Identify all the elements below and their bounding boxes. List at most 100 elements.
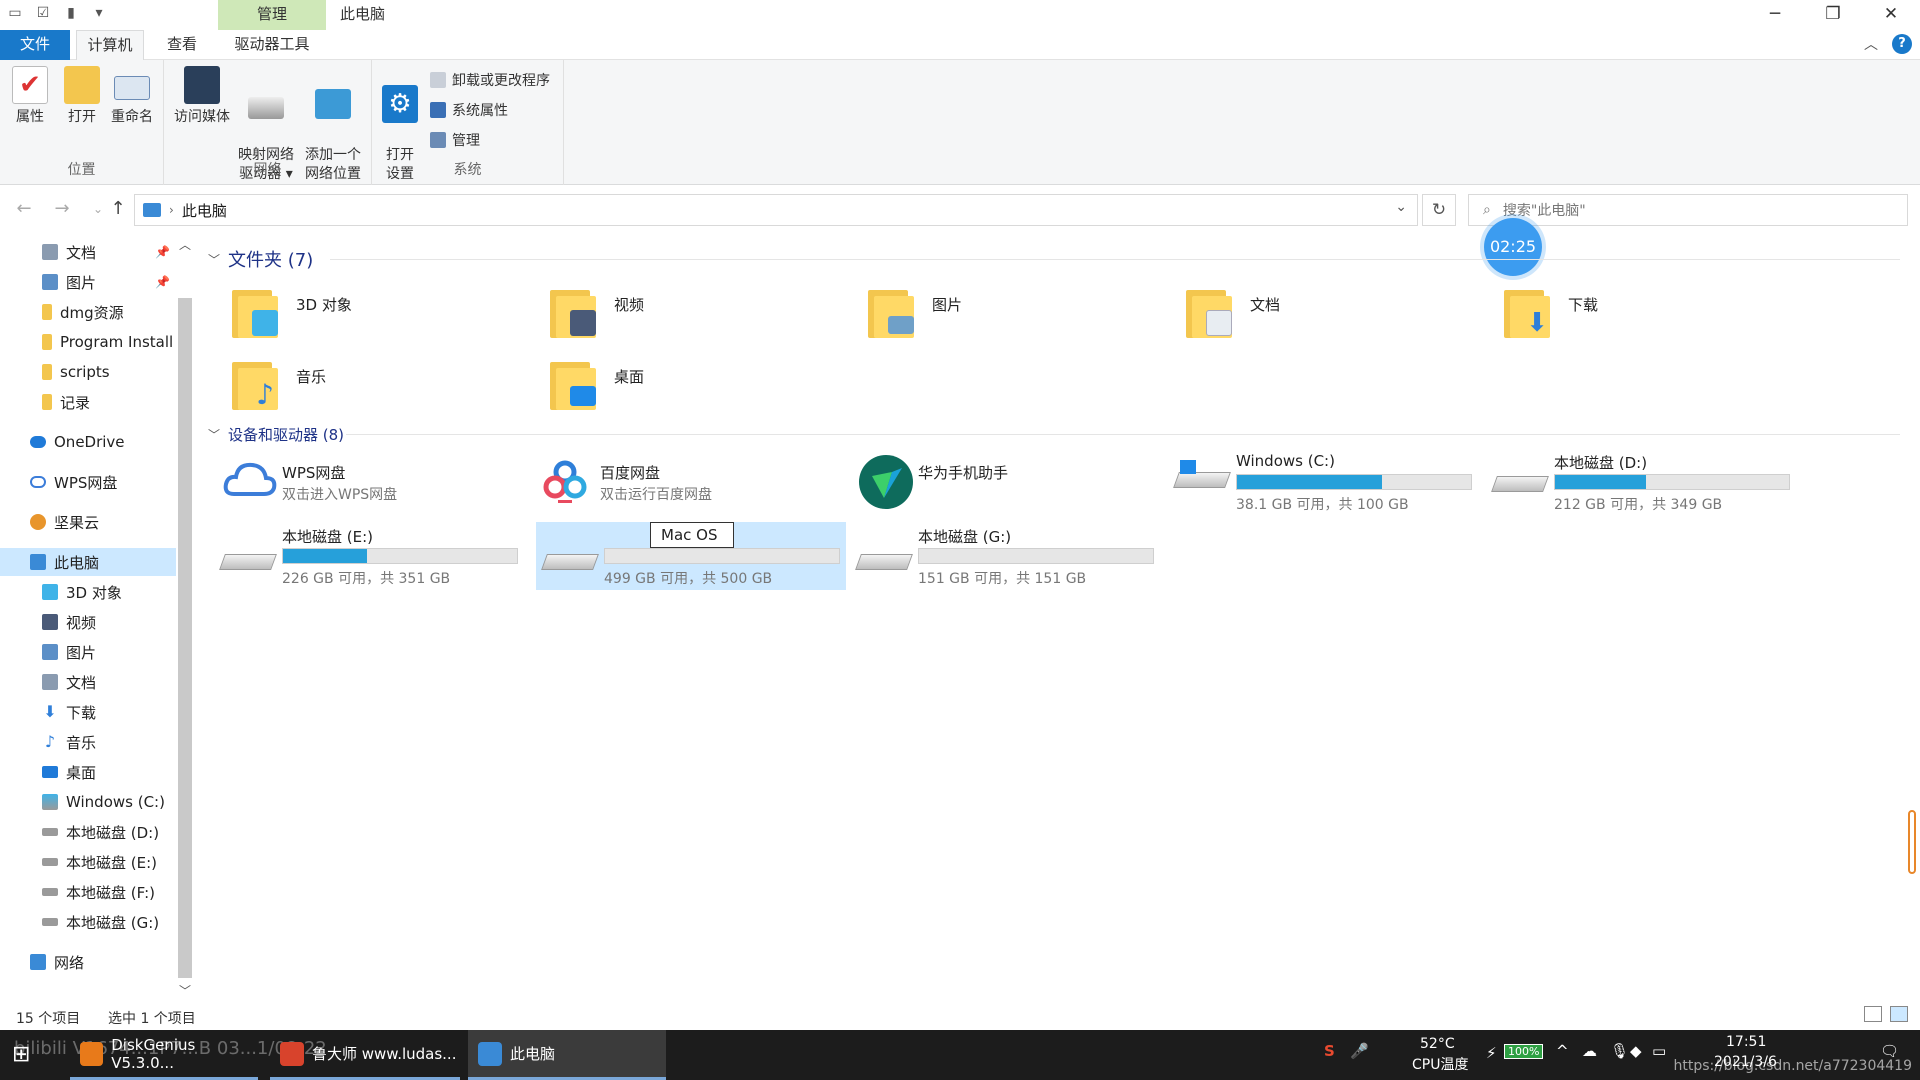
folders-section-header[interactable]: ﹀ 文件夹 (7) — [208, 246, 313, 272]
drive-e-item[interactable]: 本地磁盘 (E:) 226 GB 可用，共 351 GB — [214, 522, 524, 590]
help-icon[interactable]: ? — [1892, 34, 1912, 54]
chevron-down-icon[interactable]: ﹀ — [208, 426, 220, 443]
chevron-down-icon[interactable]: ﹀ — [208, 251, 220, 268]
folder-music[interactable]: ♪ 音乐 — [230, 358, 530, 420]
folder-pictures[interactable]: 图片 — [866, 286, 1166, 348]
drive-f-item[interactable]: Mac OS 499 GB 可用，共 500 GB — [536, 522, 846, 590]
drive-c-item[interactable]: Windows (C:) 38.1 GB 可用，共 100 GB — [1168, 448, 1478, 516]
battery-indicator[interactable]: 100% — [1504, 1044, 1544, 1059]
folder-documents[interactable]: 文档 — [1184, 286, 1484, 348]
address-bar[interactable]: › 此电脑 ⌄ — [134, 194, 1418, 226]
up-arrow-icon[interactable]: ↑ — [106, 198, 130, 219]
restore-button[interactable]: ❐ — [1804, 0, 1862, 30]
collapse-ribbon-icon[interactable]: ︿ — [1864, 34, 1878, 54]
folder-desktop[interactable]: 桌面 — [548, 358, 848, 420]
title-bar: ▭ ☑ ▮ ▾ 管理 此电脑 ─ ❐ ✕ — [0, 0, 1920, 30]
address-dropdown-icon[interactable]: ⌄ — [1395, 199, 1407, 215]
sidebar-item-jianguoyun[interactable]: 坚果云 — [0, 508, 176, 536]
forward-arrow-icon[interactable]: → — [50, 198, 74, 219]
sidebar-item-program-install[interactable]: Program Install — [0, 328, 176, 356]
close-button[interactable]: ✕ — [1862, 0, 1920, 30]
drive-d-item[interactable]: 本地磁盘 (D:) 212 GB 可用，共 349 GB — [1486, 448, 1796, 516]
sidebar-item-this-pc[interactable]: 此电脑 — [0, 548, 176, 576]
huawei-assistant-item[interactable]: 华为手机助手 — [850, 452, 1160, 520]
scroll-down-icon[interactable]: ﹀ — [176, 982, 194, 999]
folder-icon: ♪ — [230, 358, 278, 410]
back-arrow-icon[interactable]: ← — [12, 198, 36, 219]
sidebar-item-drive-c[interactable]: Windows (C:) — [0, 788, 176, 816]
sidebar-scrollbar[interactable]: ︿ ﹀ — [176, 232, 194, 1002]
uninstall-programs-button[interactable]: 卸载或更改程序 — [430, 70, 550, 90]
sidebar-item-pictures[interactable]: 图片 — [0, 638, 176, 666]
sidebar-item-documents[interactable]: 文档 — [0, 668, 176, 696]
baidu-netdisk-item[interactable]: 百度网盘 双击运行百度网盘 — [532, 452, 842, 520]
scroll-up-icon[interactable]: ︿ — [176, 236, 194, 253]
wps-drive-item[interactable]: WPS网盘 双击进入WPS网盘 — [214, 452, 524, 520]
folder-3d-objects[interactable]: 3D 对象 — [230, 286, 530, 348]
minimize-button[interactable]: ─ — [1746, 0, 1804, 30]
explorer-icon: ▭ — [8, 5, 22, 21]
device-label: 华为手机助手 — [918, 464, 1009, 482]
sidebar-item-drive-d[interactable]: 本地磁盘 (D:) — [0, 818, 176, 846]
sidebar-scroll-thumb[interactable] — [178, 298, 192, 978]
sidebar-item-label: 文档 — [66, 673, 97, 692]
window-controls: ─ ❐ ✕ — [1746, 0, 1920, 30]
folder-label: 图片 — [932, 296, 963, 314]
folder-videos[interactable]: 视频 — [548, 286, 848, 348]
properties-quick-icon[interactable]: ☑ — [34, 4, 52, 22]
rename-button[interactable]: 重命名 — [102, 66, 162, 127]
context-tab-manage[interactable]: 管理 — [218, 0, 326, 30]
breadcrumb[interactable]: 此电脑 — [182, 200, 227, 221]
refresh-button[interactable]: ↻ — [1422, 194, 1456, 226]
access-media-button[interactable]: 访问媒体 — [170, 66, 234, 127]
clock-time[interactable]: 17:51 — [1726, 1034, 1766, 1050]
taskbar-app-diskgenius[interactable]: DiskGenius V5.3.0... — [70, 1030, 258, 1080]
breadcrumb-chevron-icon[interactable]: › — [169, 203, 174, 217]
manage-icon — [430, 132, 446, 148]
sidebar-item-3d-objects[interactable]: 3D 对象 — [0, 578, 176, 606]
large-icons-view-icon[interactable] — [1890, 1006, 1908, 1022]
rename-textbox[interactable]: Mac OS — [650, 522, 734, 548]
devices-section-header[interactable]: ﹀ 设备和驱动器 (8) — [208, 424, 344, 445]
taskbar-app-ludashi[interactable]: 鲁大师 www.ludas... — [270, 1030, 460, 1080]
sidebar-item-records[interactable]: 记录 — [0, 388, 176, 416]
taskbar-app-this-pc[interactable]: 此电脑 — [468, 1030, 666, 1080]
chevron-up-icon[interactable]: ^ — [1556, 1042, 1569, 1060]
tab-file[interactable]: 文件 — [0, 30, 70, 60]
app-tray-icon[interactable]: ◆ — [1630, 1042, 1642, 1060]
customize-quick-icon[interactable]: ▾ — [90, 4, 108, 22]
sidebar-item-network[interactable]: 网络 — [0, 948, 176, 976]
sidebar-item-drive-g[interactable]: 本地磁盘 (G:) — [0, 908, 176, 936]
network-tray-icon[interactable]: ▭ — [1652, 1042, 1666, 1060]
sidebar-item-drive-f[interactable]: 本地磁盘 (F:) — [0, 878, 176, 906]
cloud-icon[interactable]: ☁ — [1582, 1042, 1597, 1060]
system-properties-button[interactable]: 系统属性 — [430, 100, 508, 120]
microphone-tray-icon[interactable]: 🎙 — [1610, 1042, 1629, 1060]
pin-icon[interactable]: 📌 — [155, 275, 170, 289]
tab-drive-tools[interactable]: 驱动器工具 — [218, 30, 326, 60]
new-folder-quick-icon[interactable]: ▮ — [62, 4, 80, 22]
sidebar-item-music[interactable]: ♪ 音乐 — [0, 728, 176, 756]
details-view-icon[interactable] — [1864, 1006, 1882, 1022]
folder-downloads[interactable]: ⬇ 下载 — [1502, 286, 1802, 348]
sidebar-item-wps-drive[interactable]: WPS网盘 — [0, 468, 176, 496]
content-scroll-indicator[interactable] — [1908, 810, 1916, 874]
sidebar-item-desktop[interactable]: 桌面 — [0, 758, 176, 786]
sidebar-item-documents-pinned[interactable]: 文档 📌 — [0, 238, 176, 266]
sidebar-item-onedrive[interactable]: OneDrive — [0, 428, 176, 456]
microphone-icon[interactable]: 🎤 — [1350, 1042, 1369, 1060]
properties-button[interactable]: ✔ 属性 — [0, 66, 60, 127]
sidebar-item-pictures-pinned[interactable]: 图片 📌 — [0, 268, 176, 296]
manage-button[interactable]: 管理 — [430, 130, 480, 150]
sogou-ime-icon[interactable]: S — [1324, 1042, 1335, 1060]
drive-g-item[interactable]: 本地磁盘 (G:) 151 GB 可用，共 151 GB — [850, 522, 1160, 590]
tab-view[interactable]: 查看 — [152, 30, 212, 60]
sidebar-item-scripts[interactable]: scripts — [0, 358, 176, 386]
sidebar-item-drive-e[interactable]: 本地磁盘 (E:) — [0, 848, 176, 876]
search-input[interactable]: ⌕ 搜索"此电脑" — [1468, 194, 1908, 226]
sidebar-item-videos[interactable]: 视频 — [0, 608, 176, 636]
sidebar-item-dmg[interactable]: dmg资源 — [0, 298, 176, 326]
pin-icon[interactable]: 📌 — [155, 245, 170, 259]
tab-computer[interactable]: 计算机 — [76, 30, 144, 61]
sidebar-item-downloads[interactable]: ⬇ 下载 — [0, 698, 176, 726]
